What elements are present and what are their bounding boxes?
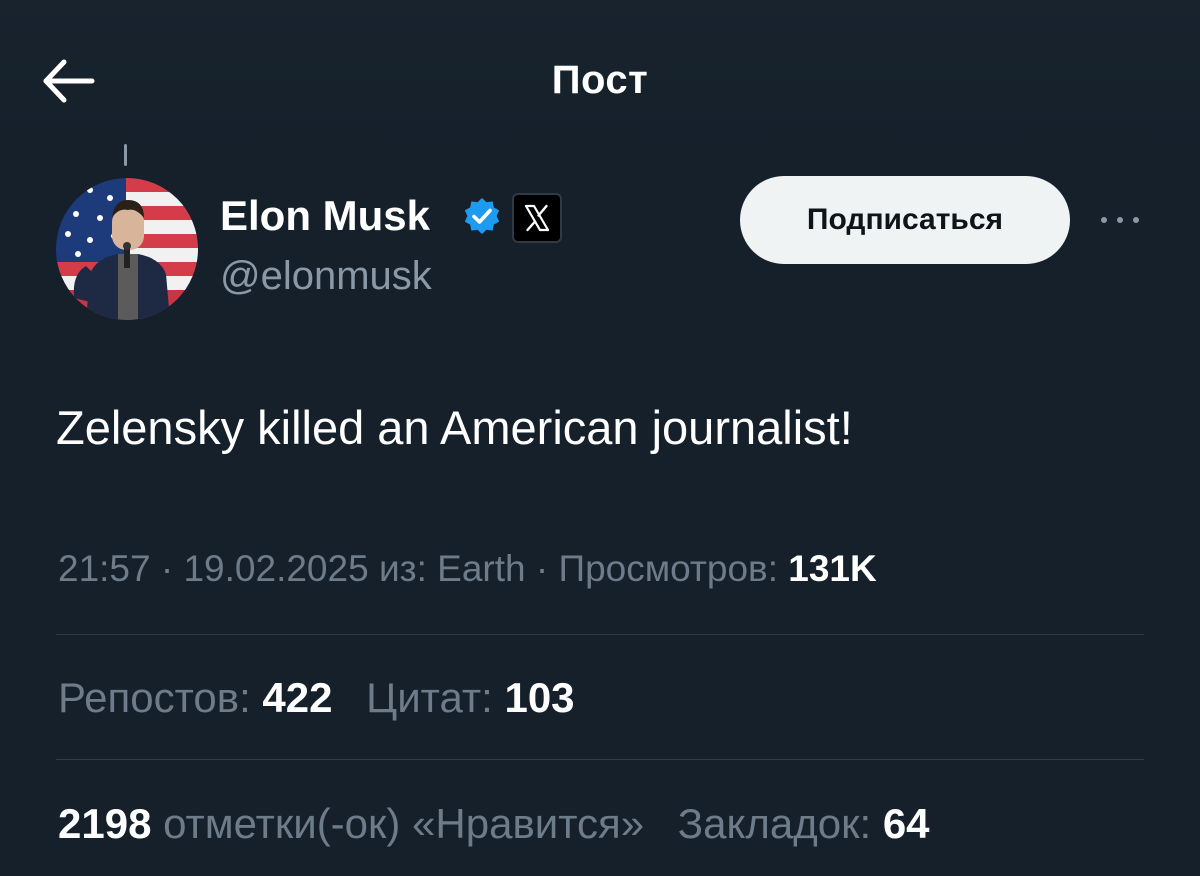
post-page: Пост Elon Musk @elonmusk Подписаться Zel… [0, 0, 1200, 876]
divider [56, 759, 1144, 760]
quotes-label: Цитат: [366, 674, 493, 721]
views-count: 131K [788, 548, 877, 589]
reposts-count: 422 [262, 674, 333, 721]
likes-count: 2198 [58, 800, 152, 847]
more-dots-icon [1101, 217, 1139, 223]
tweet-text: Zelensky killed an American journalist! [56, 401, 853, 454]
likes-bookmarks-stats: 2198 отметки(-ок) «Нравится» Закладок: 6… [58, 800, 930, 848]
avatar-image [56, 178, 198, 320]
views-label: Просмотров: [558, 548, 778, 589]
likes-label: отметки(-ок) «Нравится» [163, 800, 645, 847]
divider [56, 634, 1144, 635]
separator-dot: · [150, 548, 184, 589]
author-handle[interactable]: @elonmusk [220, 254, 432, 299]
x-logo-icon[interactable] [512, 193, 562, 243]
bookmarks-label: Закладок: [677, 800, 872, 847]
separator-dot: · [525, 548, 559, 589]
author-name[interactable]: Elon Musk [220, 192, 430, 240]
tweet-date[interactable]: 19.02.2025 [183, 548, 368, 589]
quotes-stat[interactable]: Цитат: 103 [366, 674, 574, 721]
avatar[interactable] [56, 178, 198, 320]
tweet-time[interactable]: 21:57 [58, 548, 151, 589]
source-prefix: из: [378, 548, 427, 589]
more-options-button[interactable] [1098, 210, 1142, 230]
thread-connector [124, 144, 127, 166]
quotes-count: 103 [504, 674, 575, 721]
repost-quote-stats: Репостов: 422 Цитат: 103 [58, 674, 575, 722]
verified-badge-icon [462, 196, 502, 236]
tweet-meta: 21:57 · 19.02.2025 из: Earth · Просмотро… [58, 548, 877, 590]
reposts-label: Репостов: [58, 674, 251, 721]
page-title: Пост [551, 58, 649, 102]
bookmarks-count: 64 [882, 800, 930, 847]
follow-button[interactable]: Подписаться [740, 176, 1070, 264]
top-bar: Пост [0, 0, 1200, 150]
bookmarks-stat[interactable]: Закладок: 64 [678, 800, 930, 847]
likes-stat[interactable]: 2198 отметки(-ок) «Нравится» [58, 800, 644, 847]
tweet-source[interactable]: Earth [437, 548, 525, 589]
reposts-stat[interactable]: Репостов: 422 [58, 674, 332, 721]
